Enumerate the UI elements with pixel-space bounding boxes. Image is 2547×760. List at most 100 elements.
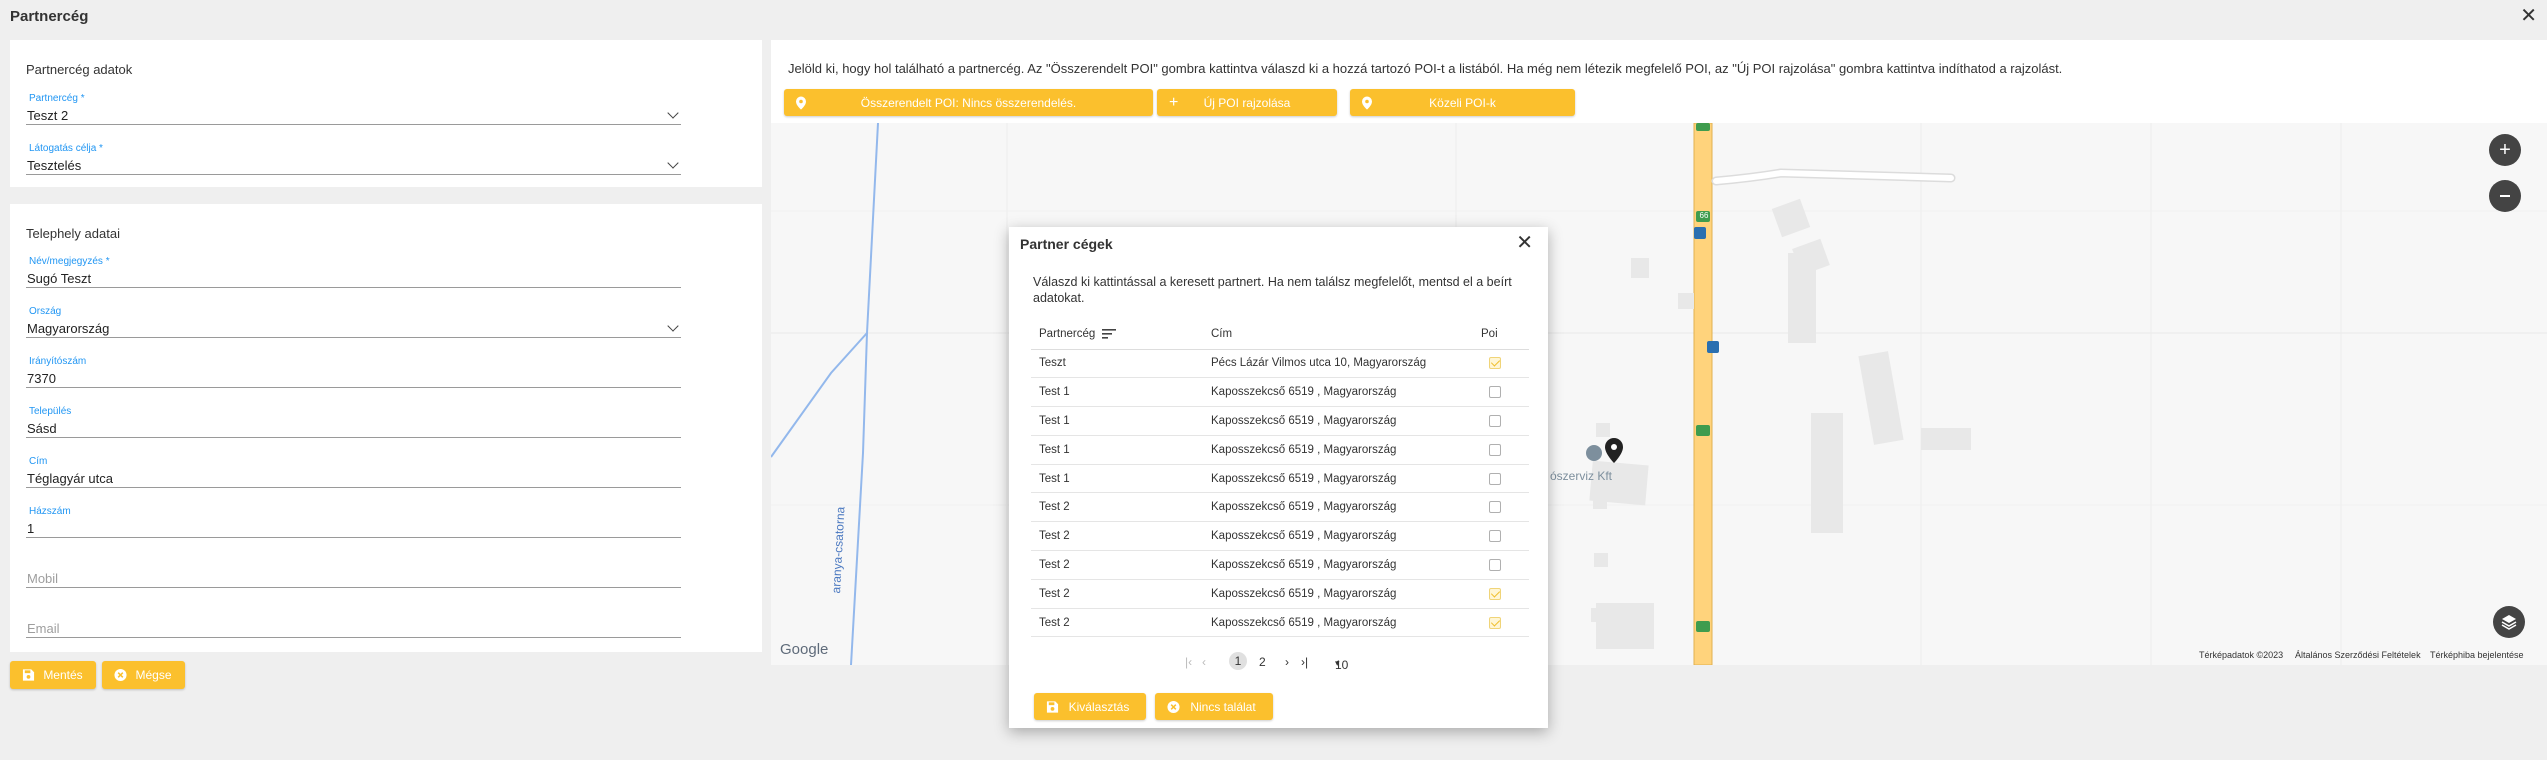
save-button[interactable]: Mentés xyxy=(10,661,96,689)
email-placeholder[interactable]: Email xyxy=(26,619,681,638)
partner-panel-title: Partnercég adatok xyxy=(26,62,133,77)
terms-link[interactable]: Általános Szerződési Feltételek xyxy=(2295,650,2421,660)
road-number-label: 66 xyxy=(1699,211,1709,220)
minus-icon xyxy=(2500,195,2510,197)
layers-button[interactable] xyxy=(2493,606,2525,638)
address-cell: Pécs Lázár Vilmos utca 10, Magyarország xyxy=(1203,349,1473,379)
country-value[interactable]: Magyarország xyxy=(26,319,681,338)
table-row[interactable]: Test 2 Kaposszekcső 6519 , Magyarország xyxy=(1031,492,1529,523)
partner-cell: Test 1 xyxy=(1031,435,1203,465)
new-poi-label: Új POI rajzolása xyxy=(1203,95,1291,110)
email-field[interactable]: Email xyxy=(26,606,681,638)
page-1-button[interactable]: 1 xyxy=(1229,652,1247,670)
mobile-placeholder[interactable]: Mobil xyxy=(26,569,681,588)
address-value[interactable]: Téglagyár utca xyxy=(26,469,681,488)
table-row[interactable]: Test 1 Kaposszekcső 6519 , Magyarország xyxy=(1031,406,1529,436)
poi-cell xyxy=(1473,579,1529,609)
visit-label: Látogatás célja * xyxy=(29,143,103,154)
partner-cell: Test 1 xyxy=(1031,406,1203,436)
address-cell: Kaposszekcső 6519 , Magyarország xyxy=(1203,435,1473,465)
partner-cell: Test 2 xyxy=(1031,608,1203,638)
next-page-icon[interactable]: › xyxy=(1285,655,1289,669)
nearby-poi-label: Közeli POI-k xyxy=(1429,95,1496,110)
poi-checkbox[interactable] xyxy=(1489,558,1501,571)
partner-cell: Test 1 xyxy=(1031,464,1203,494)
column-partner[interactable]: Partnercég xyxy=(1031,319,1203,350)
poi-cell xyxy=(1473,377,1529,408)
table-row[interactable]: Test 1 Kaposszekcső 6519 , Magyarország xyxy=(1031,464,1529,494)
poi-checkbox[interactable] xyxy=(1489,587,1501,600)
poi-checkbox[interactable] xyxy=(1489,443,1501,456)
house-number-field[interactable]: Házszám 1 xyxy=(26,506,681,538)
select-button[interactable]: Kiválasztás xyxy=(1034,693,1146,720)
site-panel: Telephely adatai Név/megjegyzés * Sugó T… xyxy=(10,204,762,652)
nearby-poi-button[interactable]: Közeli POI-k xyxy=(1350,89,1575,116)
assigned-poi-button[interactable]: Összerendelt POI: Nincs összerendelés. xyxy=(784,89,1153,116)
name-label: Név/megjegyzés * xyxy=(29,256,110,267)
select-label: Kiválasztás xyxy=(1068,699,1130,714)
poi-checkbox[interactable] xyxy=(1489,501,1501,514)
address-field[interactable]: Cím Téglagyár utca xyxy=(26,456,681,488)
partner-dialog: Partner cégek ✕ Válaszd ki kattintással … xyxy=(1009,227,1548,728)
save-label: Mentés xyxy=(43,668,83,682)
address-cell: Kaposszekcső 6519 , Magyarország xyxy=(1203,521,1473,552)
visit-purpose-select[interactable]: Látogatás célja * Tesztelés xyxy=(26,143,681,175)
map-data-attribution: Térképadatok ©2023 xyxy=(2199,650,2284,660)
city-value[interactable]: Sásd xyxy=(26,419,681,438)
report-link[interactable]: Térképhiba bejelentése xyxy=(2430,650,2524,660)
table-row[interactable]: Test 2 Kaposszekcső 6519 , Magyarország xyxy=(1031,521,1529,552)
partner-table: Partnercég Cím Poi Teszt Pécs Lázár Vilmo… xyxy=(1031,319,1529,638)
partner-value[interactable]: Teszt 2 xyxy=(26,106,681,125)
column-address[interactable]: Cím xyxy=(1203,319,1473,350)
no-result-button[interactable]: Nincs találat xyxy=(1155,693,1273,720)
window-title: Partnercég xyxy=(10,8,89,25)
table-row[interactable]: Test 2 Kaposszekcső 6519 , Magyarország xyxy=(1031,608,1529,638)
table-row[interactable]: Test 1 Kaposszekcső 6519 , Magyarország xyxy=(1031,435,1529,465)
zoom-out-button[interactable] xyxy=(2489,180,2521,212)
page-2-button[interactable]: 2 xyxy=(1259,655,1266,669)
city-field[interactable]: Település Sásd xyxy=(26,406,681,438)
zip-field[interactable]: Irányítószám 7370 xyxy=(26,356,681,388)
country-select[interactable]: Ország Magyarország xyxy=(26,306,681,338)
table-row[interactable]: Test 1 Kaposszekcső 6519 , Magyarország xyxy=(1031,377,1529,408)
poi-checkbox[interactable] xyxy=(1489,616,1501,629)
partner-cell: Test 2 xyxy=(1031,579,1203,609)
poi-cell xyxy=(1473,406,1529,436)
cancel-button[interactable]: Mégse xyxy=(102,661,185,689)
house-value[interactable]: 1 xyxy=(26,519,681,538)
map-info-bar: Jelöld ki, hogy hol található a partnerc… xyxy=(771,40,2547,123)
name-value[interactable]: Sugó Teszt xyxy=(26,269,681,288)
close-icon[interactable]: ✕ xyxy=(1516,230,1533,255)
prev-page-icon[interactable]: ‹ xyxy=(1202,655,1206,669)
save-icon xyxy=(1046,700,1059,713)
name-field[interactable]: Név/megjegyzés * Sugó Teszt xyxy=(26,256,681,288)
partner-select[interactable]: Partnercég * Teszt 2 xyxy=(26,93,681,125)
poi-cell xyxy=(1473,550,1529,580)
poi-checkbox[interactable] xyxy=(1489,530,1501,543)
mobile-field[interactable]: Mobil xyxy=(26,556,681,588)
poi-cell xyxy=(1473,435,1529,465)
first-page-icon[interactable]: |‹ xyxy=(1185,655,1192,669)
table-row[interactable]: Test 2 Kaposszekcső 6519 , Magyarország xyxy=(1031,550,1529,580)
poi-cell xyxy=(1473,492,1529,523)
house-label: Házszám xyxy=(29,506,71,517)
city-label: Település xyxy=(29,406,72,417)
column-poi[interactable]: Poi xyxy=(1473,319,1529,350)
close-icon[interactable]: ✕ xyxy=(2520,3,2537,28)
table-row[interactable]: Test 2 Kaposszekcső 6519 , Magyarország xyxy=(1031,579,1529,609)
site-panel-title: Telephely adatai xyxy=(26,226,120,241)
plus-icon: + xyxy=(2499,139,2511,161)
zip-value[interactable]: 7370 xyxy=(26,369,681,388)
partner-cell: Test 2 xyxy=(1031,492,1203,523)
poi-checkbox[interactable] xyxy=(1489,357,1501,370)
new-poi-button[interactable]: + Új POI rajzolása xyxy=(1157,89,1337,116)
address-cell: Kaposszekcső 6519 , Magyarország xyxy=(1203,464,1473,494)
poi-checkbox[interactable] xyxy=(1489,414,1501,427)
last-page-icon[interactable]: ›| xyxy=(1301,655,1308,669)
visit-value[interactable]: Tesztelés xyxy=(26,156,681,175)
poi-checkbox[interactable] xyxy=(1489,472,1501,485)
table-row[interactable]: Teszt Pécs Lázár Vilmos utca 10, Magyaror… xyxy=(1031,349,1529,379)
save-icon xyxy=(22,669,35,682)
zoom-in-button[interactable]: + xyxy=(2489,134,2521,166)
poi-checkbox[interactable] xyxy=(1489,386,1501,399)
